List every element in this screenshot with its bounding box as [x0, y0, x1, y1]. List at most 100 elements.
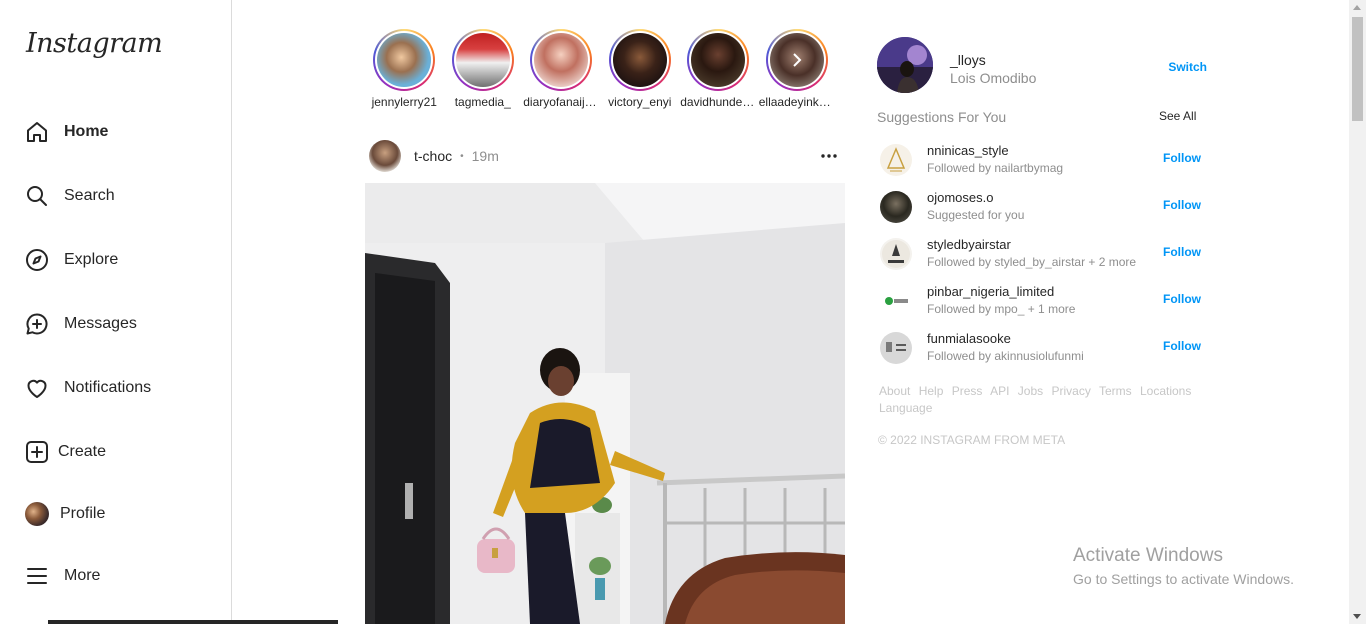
follow-button[interactable]: Follow: [1163, 198, 1201, 212]
sidebar-item-profile[interactable]: Profile: [24, 494, 105, 534]
copyright: © 2022 INSTAGRAM FROM META: [878, 433, 1066, 447]
follow-button[interactable]: Follow: [1163, 151, 1201, 165]
suggestion-username[interactable]: styledbyairstar: [927, 237, 1011, 252]
post-header: t-choc • 19m: [369, 138, 845, 174]
avatar-photo: [877, 37, 933, 93]
suggestion-avatar[interactable]: [880, 332, 912, 364]
suggestion-username[interactable]: funmialasooke: [927, 331, 1011, 346]
see-all-link[interactable]: See All: [1159, 109, 1196, 123]
story-item[interactable]: jennylerry21: [365, 29, 444, 109]
suggestion-item: pinbar_nigeria_limited Followed by mpo_ …: [877, 282, 1207, 322]
footer-link-api[interactable]: API: [990, 384, 1009, 398]
chevron-right-icon[interactable]: [789, 52, 805, 68]
suggestion-username[interactable]: nninicas_style: [927, 143, 1009, 158]
post-photo: [365, 183, 845, 624]
sidebar-item-notifications[interactable]: Notifications: [24, 368, 151, 408]
story-item[interactable]: davidhundeyin: [679, 29, 758, 109]
footer-link-press[interactable]: Press: [952, 384, 983, 398]
feed: jennylerry21 tagmedia_ diaryofanaija... …: [365, 0, 845, 624]
sidebar-item-label: More: [64, 567, 101, 584]
follow-button[interactable]: Follow: [1163, 245, 1201, 259]
sidebar-item-label: Explore: [64, 251, 119, 268]
suggestion-avatar[interactable]: [880, 285, 912, 317]
scroll-down-arrow-icon[interactable]: [1353, 614, 1361, 619]
footer-link-about[interactable]: About: [879, 384, 910, 398]
suggestion-detail: Suggested for you: [927, 208, 1025, 222]
watermark-subtitle: Go to Settings to activate Windows.: [1073, 571, 1294, 587]
footer-links: About Help Press API Jobs Privacy Terms …: [879, 383, 1209, 417]
sidebar-item-home[interactable]: Home: [24, 112, 108, 152]
suggestion-item: funmialasooke Followed by akinnusiolufun…: [877, 329, 1207, 369]
watermark-title: Activate Windows: [1073, 545, 1223, 566]
avatar-logo: [885, 297, 908, 305]
sidebar-item-label: Create: [58, 443, 107, 460]
suggestion-detail: Followed by nailartbymag: [927, 161, 1064, 175]
sidebar-item-create[interactable]: Create: [24, 432, 106, 472]
suggestion-item: ojomoses.o Suggested for you Follow: [877, 188, 1207, 228]
footer-link-terms[interactable]: Terms: [1099, 384, 1132, 398]
story-username: victory_enyi: [608, 95, 672, 109]
follow-button[interactable]: Follow: [1163, 339, 1201, 353]
avatar-logo: [882, 240, 910, 268]
post-image[interactable]: [365, 183, 845, 624]
story-avatar: [769, 33, 824, 87]
footer-link-help[interactable]: Help: [919, 384, 944, 398]
suggestion-avatar[interactable]: [880, 238, 912, 270]
footer-link-locations[interactable]: Locations: [1140, 384, 1191, 398]
avatar-logo: [886, 147, 906, 172]
sidebar-item-more[interactable]: More: [24, 556, 100, 596]
follow-button[interactable]: Follow: [1163, 292, 1201, 306]
footer-link-privacy[interactable]: Privacy: [1051, 384, 1090, 398]
compass-icon: [24, 247, 50, 273]
activate-windows-watermark: Activate Windows Go to Settings to activ…: [1073, 545, 1294, 587]
story-username: diaryofanaija...: [523, 95, 600, 109]
current-user-avatar[interactable]: [877, 37, 933, 93]
sidebar-item-search[interactable]: Search: [24, 176, 115, 216]
story-username: davidhundeyin: [680, 95, 757, 109]
story-avatar: [534, 33, 589, 87]
sidebar-item-label: Messages: [64, 315, 137, 332]
suggestion-item: styledbyairstar Followed by styled_by_ai…: [877, 235, 1207, 275]
post-author-username[interactable]: t-choc: [414, 148, 452, 164]
story-avatar: [691, 33, 746, 87]
plus-square-icon: [24, 439, 50, 465]
footer-link-language[interactable]: Language: [879, 401, 932, 415]
switch-account-button[interactable]: Switch: [1168, 60, 1207, 74]
messenger-icon: [24, 311, 50, 337]
separator-dot: •: [460, 150, 464, 162]
suggestions-title: Suggestions For You: [877, 109, 1007, 125]
post-timestamp[interactable]: 19m: [472, 148, 499, 164]
scroll-up-arrow-icon[interactable]: [1353, 5, 1361, 10]
search-icon: [24, 183, 50, 209]
story-item[interactable]: ellaadeyinka...: [758, 29, 837, 109]
story-item[interactable]: tagmedia_: [444, 29, 523, 109]
current-username[interactable]: _lloys: [950, 52, 986, 68]
story-item[interactable]: victory_enyi: [601, 29, 680, 109]
more-options-button[interactable]: [817, 146, 841, 166]
story-avatar: [612, 33, 667, 87]
suggestion-avatar[interactable]: [880, 144, 912, 176]
current-user-card: _lloys Lois Omodibo Switch: [877, 37, 1207, 93]
menu-icon: [24, 563, 50, 589]
home-icon: [24, 119, 50, 145]
sidebar-item-explore[interactable]: Explore: [24, 240, 118, 280]
suggestion-avatar[interactable]: [880, 191, 912, 223]
scrollbar-thumb[interactable]: [1352, 17, 1363, 121]
story-item[interactable]: diaryofanaija...: [522, 29, 601, 109]
suggestion-detail: Followed by mpo_ + 1 more: [927, 302, 1076, 316]
story-avatar: [377, 33, 432, 87]
post-author-avatar[interactable]: [369, 140, 401, 172]
sidebar-item-label: Profile: [60, 505, 106, 522]
vertical-scrollbar[interactable]: [1349, 0, 1366, 624]
suggestion-username[interactable]: pinbar_nigeria_limited: [927, 284, 1054, 299]
sidebar: Instagram Home Search Explore Messages N…: [0, 0, 232, 624]
bottom-edge-line: [48, 620, 338, 624]
footer-link-jobs[interactable]: Jobs: [1018, 384, 1043, 398]
instagram-logo[interactable]: Instagram: [26, 28, 163, 59]
sidebar-item-messages[interactable]: Messages: [24, 304, 137, 344]
stories-tray: jennylerry21 tagmedia_ diaryofanaija... …: [365, 29, 836, 109]
current-fullname: Lois Omodibo: [950, 70, 1037, 86]
suggestion-username[interactable]: ojomoses.o: [927, 190, 993, 205]
avatar-logo: [886, 342, 906, 352]
suggestion-detail: Followed by styled_by_airstar + 2 more: [927, 255, 1137, 269]
